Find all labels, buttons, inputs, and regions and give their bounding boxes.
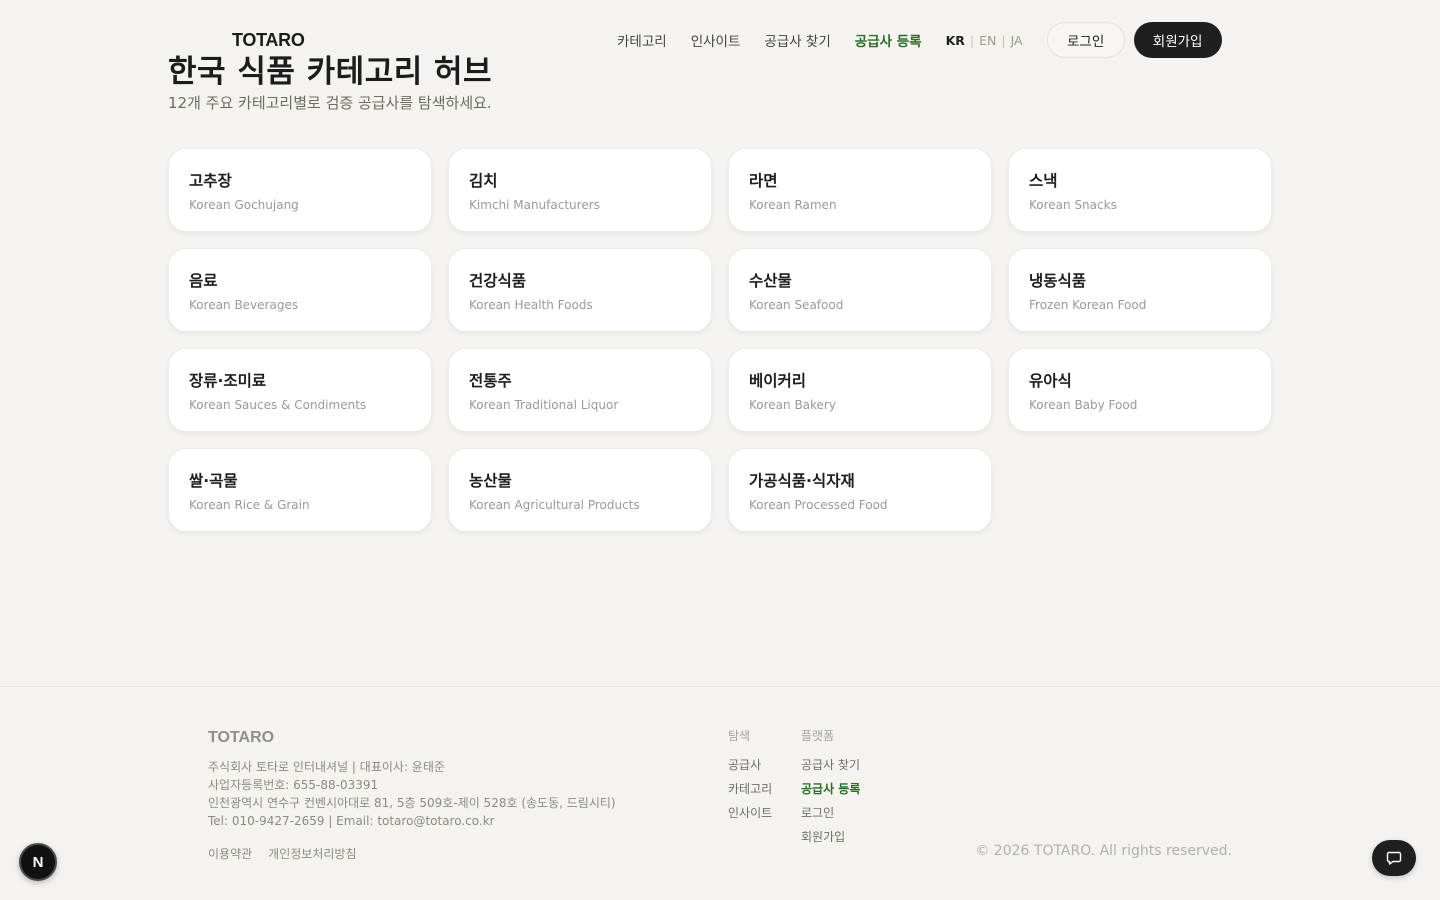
chat-bubble-icon bbox=[1386, 851, 1402, 865]
lang-ja[interactable]: JA bbox=[1011, 33, 1023, 48]
category-title: 가공식품·식자재 bbox=[749, 472, 855, 490]
category-title: 유아식 bbox=[1029, 372, 1072, 390]
category-card-health-foods[interactable]: 건강식품 Korean Health Foods bbox=[448, 248, 712, 332]
category-subtitle: Korean Health Foods bbox=[469, 298, 593, 312]
footer-company-line: 주식회사 토타로 인터내셔널 | 대표이사: 윤태준 bbox=[208, 760, 445, 774]
page-title: 한국 식품 카테고리 허브 bbox=[168, 54, 493, 90]
footer-link-find-suppliers[interactable]: 공급사 찾기 bbox=[801, 758, 860, 773]
footer-link-register-supplier[interactable]: 공급사 등록 bbox=[801, 782, 860, 797]
category-card-snacks[interactable]: 스낵 Korean Snacks bbox=[1008, 148, 1272, 232]
category-card-liquor[interactable]: 전통주 Korean Traditional Liquor bbox=[448, 348, 712, 432]
category-subtitle: Korean Seafood bbox=[749, 298, 844, 312]
category-subtitle: Korean Traditional Liquor bbox=[469, 398, 619, 412]
category-card-gochujang[interactable]: 고추장 Korean Gochujang bbox=[168, 148, 432, 232]
footer-explore-heading: 탐색 bbox=[728, 729, 751, 743]
lang-separator: | bbox=[969, 32, 975, 48]
category-title: 농산물 bbox=[469, 472, 512, 490]
category-title: 건강식품 bbox=[469, 272, 527, 290]
category-title: 전통주 bbox=[469, 372, 512, 390]
footer-platform-column: 플랫폼 공급사 찾기 공급사 등록 로그인 회원가입 bbox=[801, 727, 860, 854]
footer-address: 인천광역시 연수구 컨벤시아대로 81, 5층 509호-제이 528호 (송도… bbox=[208, 796, 616, 810]
footer-contact: Tel: 010-9427-2659 | Email: totaro@totar… bbox=[208, 814, 495, 828]
category-title: 라면 bbox=[749, 172, 778, 190]
category-card-kimchi[interactable]: 김치 Kimchi Manufacturers bbox=[448, 148, 712, 232]
category-title: 수산물 bbox=[749, 272, 792, 290]
footer-brand: TOTARO bbox=[208, 729, 275, 746]
category-subtitle: Korean Beverages bbox=[189, 298, 299, 312]
footer-company-info: 주식회사 토타로 인터내셔널 | 대표이사: 윤태준 사업자등록번호: 655-… bbox=[208, 758, 616, 830]
category-title: 고추장 bbox=[189, 172, 232, 190]
category-subtitle: Korean Agricultural Products bbox=[469, 498, 640, 512]
site-footer: TOTARO 주식회사 토타로 인터내셔널 | 대표이사: 윤태준 사업자등록번… bbox=[0, 686, 1440, 900]
category-subtitle: Kimchi Manufacturers bbox=[469, 198, 600, 212]
footer-link-categories[interactable]: 카테고리 bbox=[728, 782, 772, 797]
language-switcher: KR | EN | JA bbox=[946, 33, 1023, 48]
category-title: 쌀·곡물 bbox=[189, 472, 238, 490]
nav-insights[interactable]: 인사이트 bbox=[691, 30, 741, 50]
lang-en[interactable]: EN bbox=[979, 33, 996, 48]
lang-separator: | bbox=[1001, 32, 1006, 48]
category-card-sauces[interactable]: 장류·조미료 Korean Sauces & Condiments bbox=[168, 348, 432, 432]
privacy-link[interactable]: 개인정보처리방침 bbox=[268, 845, 356, 862]
category-subtitle: Korean Gochujang bbox=[189, 198, 299, 212]
category-subtitle: Frozen Korean Food bbox=[1029, 298, 1147, 312]
category-card-seafood[interactable]: 수산물 Korean Seafood bbox=[728, 248, 992, 332]
nav-find-suppliers[interactable]: 공급사 찾기 bbox=[764, 30, 830, 50]
category-title: 스낵 bbox=[1029, 172, 1058, 190]
category-subtitle: Korean Snacks bbox=[1029, 198, 1117, 212]
nav-register-supplier[interactable]: 공급사 등록 bbox=[855, 30, 922, 50]
category-card-bakery[interactable]: 베이커리 Korean Bakery bbox=[728, 348, 992, 432]
category-title: 장류·조미료 bbox=[189, 372, 267, 390]
footer-link-login[interactable]: 로그인 bbox=[801, 806, 860, 821]
category-card-rice-grain[interactable]: 쌀·곡물 Korean Rice & Grain bbox=[168, 448, 432, 532]
footer-biz-number: 사업자등록번호: 655-88-03391 bbox=[208, 778, 379, 792]
category-card-beverages[interactable]: 음료 Korean Beverages bbox=[168, 248, 432, 332]
category-subtitle: Korean Sauces & Condiments bbox=[189, 398, 367, 412]
category-card-ramen[interactable]: 라면 Korean Ramen bbox=[728, 148, 992, 232]
category-title: 베이커리 bbox=[749, 372, 807, 390]
signup-button[interactable]: 회원가입 bbox=[1133, 22, 1222, 58]
category-title: 김치 bbox=[469, 172, 498, 190]
chat-button[interactable] bbox=[1372, 840, 1416, 876]
category-title: 냉동식품 bbox=[1029, 272, 1087, 290]
category-card-agricultural[interactable]: 농산물 Korean Agricultural Products bbox=[448, 448, 712, 532]
footer-explore-column: 탐색 공급사 카테고리 인사이트 bbox=[728, 727, 772, 830]
login-button[interactable]: 로그인 bbox=[1046, 22, 1125, 58]
footer-link-suppliers[interactable]: 공급사 bbox=[728, 758, 772, 773]
footer-copyright: © 2026 TOTARO. All rights reserved. bbox=[975, 843, 1232, 859]
category-grid: 고추장 Korean Gochujang 김치 Kimchi Manufacture… bbox=[168, 148, 1272, 532]
footer-platform-heading: 플랫폼 bbox=[801, 729, 835, 743]
terms-link[interactable]: 이용약관 bbox=[208, 845, 252, 862]
category-subtitle: Korean Processed Food bbox=[749, 498, 888, 512]
category-card-baby-food[interactable]: 유아식 Korean Baby Food bbox=[1008, 348, 1272, 432]
footer-legal-links: 이용약관 개인정보처리방침 bbox=[208, 845, 357, 862]
footer-link-signup[interactable]: 회원가입 bbox=[801, 830, 860, 845]
category-card-frozen[interactable]: 냉동식품 Frozen Korean Food bbox=[1008, 248, 1272, 332]
category-title: 음료 bbox=[189, 272, 218, 290]
top-nav: 카테고리 인사이트 공급사 찾기 공급사 등록 KR | EN | JA 로그인… bbox=[617, 22, 1222, 58]
category-subtitle: Korean Bakery bbox=[749, 398, 836, 412]
category-subtitle: Korean Ramen bbox=[749, 198, 837, 212]
category-subtitle: Korean Rice & Grain bbox=[189, 498, 310, 512]
page-subtitle: 12개 주요 카테고리별로 검증 공급사를 탐색하세요. bbox=[168, 94, 492, 112]
lang-kr[interactable]: KR bbox=[946, 33, 965, 48]
category-subtitle: Korean Baby Food bbox=[1029, 398, 1138, 412]
footer-link-insights[interactable]: 인사이트 bbox=[728, 806, 772, 821]
nav-categories[interactable]: 카테고리 bbox=[617, 30, 667, 50]
n-badge-icon[interactable]: N bbox=[19, 843, 57, 881]
category-card-processed[interactable]: 가공식품·식자재 Korean Processed Food bbox=[728, 448, 992, 532]
